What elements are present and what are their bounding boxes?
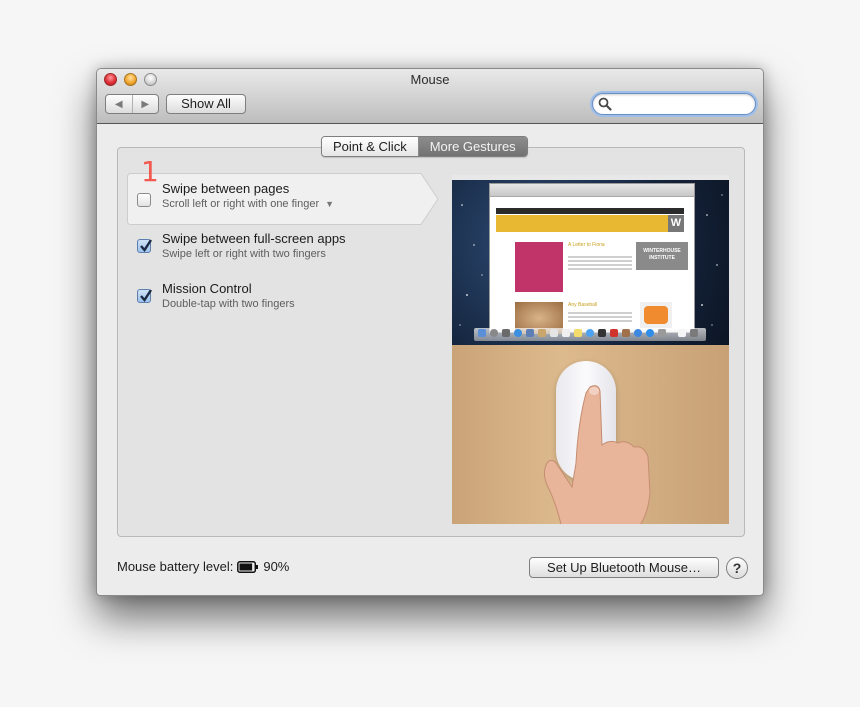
site-header-bar <box>496 208 684 214</box>
triangle-right-icon: ▶ <box>141 98 150 110</box>
dock-icon <box>550 329 558 337</box>
checkmark-icon <box>140 289 153 302</box>
forward-button[interactable]: ▶ <box>133 95 159 113</box>
dock-icon <box>646 329 654 337</box>
mouse-preferences-window: Mouse ◀ ▶ Show All Point & Click More Ge… <box>96 68 764 596</box>
hand-illustration <box>543 385 651 524</box>
preview-desktop-screen: W A Letter to Fiona WINTERHOUSE INSTITUT… <box>452 175 729 345</box>
dock-icon <box>490 329 498 337</box>
banner-logo: W <box>668 215 684 232</box>
dock-icon <box>586 329 594 337</box>
tab-more-gestures[interactable]: More Gestures <box>418 137 527 156</box>
article-text <box>568 316 632 318</box>
triangle-left-icon: ◀ <box>114 98 123 110</box>
dock-icon <box>526 329 534 337</box>
dock-icon <box>502 329 510 337</box>
dock-icon <box>658 329 666 337</box>
annotation-number: 1 <box>141 155 159 188</box>
dock-icon <box>538 329 546 337</box>
article-text <box>568 312 632 314</box>
window-title: Mouse <box>410 72 450 87</box>
dock-icon <box>574 329 582 337</box>
back-forward-control: ◀ ▶ <box>105 94 159 114</box>
dock-icon <box>598 329 606 337</box>
battery-label: Mouse battery level: <box>117 559 234 574</box>
magnifier-icon <box>598 97 612 111</box>
preview-desk-surface <box>452 345 729 524</box>
article-text <box>568 256 632 258</box>
article-text <box>568 264 632 266</box>
help-button[interactable]: ? <box>726 557 748 579</box>
swipe-fullscreen-checkbox[interactable] <box>137 239 153 253</box>
mission-control-checkbox[interactable] <box>137 289 153 303</box>
battery-percent: 90% <box>263 559 290 574</box>
swipe-pages-checkbox[interactable] <box>137 193 151 207</box>
dock-icon <box>478 329 486 337</box>
dock <box>474 328 706 341</box>
dock-icon <box>634 329 642 337</box>
dock-icon <box>514 329 522 337</box>
tab-point-and-click[interactable]: Point & Click <box>322 137 419 156</box>
set-up-bluetooth-mouse-button[interactable]: Set Up Bluetooth Mouse… <box>529 557 719 578</box>
dropdown-arrow-icon[interactable]: ▼ <box>325 199 334 209</box>
gesture-subtitle: Swipe left or right with two fingers <box>162 248 326 260</box>
trash-icon <box>690 329 698 337</box>
checkmark-icon <box>140 239 153 252</box>
gesture-subtitle-text: Scroll left or right with one finger <box>162 198 320 210</box>
browser-window: W A Letter to Fiona WINTERHOUSE INSTITUT… <box>489 183 695 334</box>
show-all-button[interactable]: Show All <box>166 94 246 114</box>
gesture-title: Swipe between full-screen apps <box>162 231 346 246</box>
article-image-pink <box>515 242 563 292</box>
article-text <box>568 260 632 262</box>
tab-bar: Point & Click More Gestures <box>321 136 528 157</box>
dock-icon <box>562 329 570 337</box>
design-observer-banner: W <box>496 215 684 232</box>
now-ad <box>640 302 672 328</box>
headline-1: A Letter to Fiona <box>568 242 605 248</box>
battery-icon <box>237 560 259 573</box>
gesture-title: Mission Control <box>162 281 252 296</box>
dock-icon <box>610 329 618 337</box>
article-text <box>568 320 632 322</box>
titlebar: Mouse ◀ ▶ Show All <box>97 69 763 124</box>
gesture-preview-video: W A Letter to Fiona WINTERHOUSE INSTITUT… <box>452 175 729 524</box>
gesture-subtitle: Double-tap with two fingers <box>162 298 295 310</box>
battery-fill <box>239 563 253 570</box>
headline-2: Any Baseball <box>568 302 598 308</box>
gesture-title: Swipe between pages <box>162 181 290 196</box>
dock-icon <box>622 329 630 337</box>
dock-icon <box>678 329 686 337</box>
article-text <box>568 268 632 270</box>
winterhouse-ad: WINTERHOUSE INSTITUTE <box>636 242 688 270</box>
search-input[interactable] <box>592 93 756 115</box>
browser-toolbar <box>490 184 694 197</box>
menu-bar <box>452 175 729 180</box>
back-button[interactable]: ◀ <box>106 95 133 113</box>
battery-status: Mouse battery level: 90% <box>117 559 289 574</box>
gesture-subtitle[interactable]: Scroll left or right with one finger ▼ <box>162 198 334 210</box>
